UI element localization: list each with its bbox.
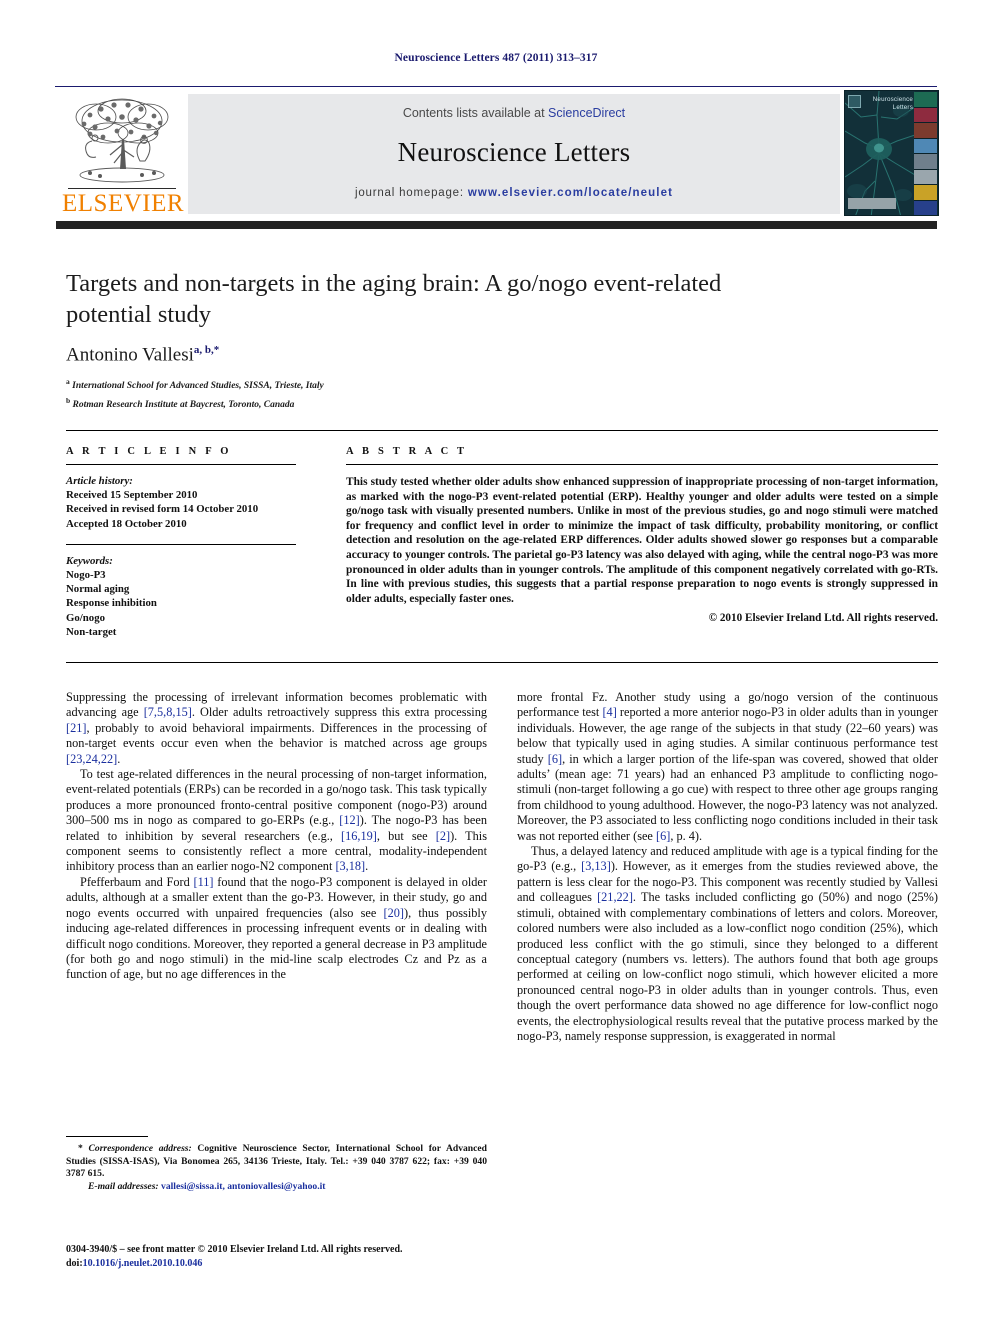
journal-title: Neuroscience Letters <box>397 137 631 167</box>
citation-ref[interactable]: [12] <box>339 813 360 827</box>
front-matter-notice: 0304-3940/$ – see front matter © 2010 El… <box>66 1243 506 1271</box>
cover-footer-band <box>848 198 896 209</box>
history-accepted: Accepted 18 October 2010 <box>66 517 187 530</box>
abstract-heading: A B S T R A C T <box>346 446 468 457</box>
history-received: Received 15 September 2010 <box>66 489 198 502</box>
paragraph-l2: To test age-related differences in the n… <box>66 767 487 875</box>
doi-link[interactable]: 10.1016/j.neulet.2010.10.046 <box>83 1258 203 1269</box>
doi-label: doi: <box>66 1258 83 1269</box>
contents-prefix: Contents lists available at <box>402 106 549 120</box>
article-history-label: Article history: <box>66 475 133 487</box>
citation-ref[interactable]: [6] <box>656 829 670 843</box>
citation-ref[interactable]: [2] <box>436 829 450 843</box>
paragraph-l1: Suppressing the processing of irrelevant… <box>66 690 487 767</box>
keyword-item: Nogo-P3 <box>66 569 106 582</box>
keyword-item: Go/nogo <box>66 611 105 624</box>
info-block-bottom-rule <box>66 662 938 663</box>
journal-header-band: ELSEVIER Contents lists available at Sci… <box>55 90 939 218</box>
citation-ref[interactable]: [21] <box>66 721 87 735</box>
affiliations: a International School for Advanced Stud… <box>66 375 766 412</box>
affiliation-a: a International School for Advanced Stud… <box>66 375 766 394</box>
citation-ref[interactable]: [21,22] <box>597 890 633 904</box>
running-head-rule <box>55 86 937 87</box>
affiliation-a-text: International School for Advanced Studie… <box>72 381 324 392</box>
cover-journal-title: Neuroscience Letters <box>872 96 913 111</box>
abstract-rule <box>346 464 938 465</box>
citation-ref[interactable]: [16,19] <box>341 829 377 843</box>
elsevier-logo: ELSEVIER <box>62 93 185 217</box>
email-label: E-mail addresses: <box>88 1180 159 1192</box>
citation-ref[interactable]: [11] <box>193 875 213 889</box>
text-run: . <box>365 859 369 874</box>
doi-line: doi:10.1016/j.neulet.2010.10.046 <box>66 1257 506 1271</box>
email-addresses-link[interactable]: vallesi@sissa.it, antoniovallesi@yahoo.i… <box>161 1181 325 1192</box>
affiliation-b: b Rotman Research Institute at Baycrest,… <box>66 394 766 413</box>
front-matter-line: 0304-3940/$ – see front matter © 2010 El… <box>66 1244 403 1255</box>
paragraph-r1: more frontal Fz. Another study using a g… <box>517 690 938 844</box>
keyword-item: Response inhibition <box>66 597 157 610</box>
contents-line: Contents lists available at ScienceDirec… <box>188 106 840 120</box>
cover-logo-badge <box>848 95 861 108</box>
info-block-top-rule <box>66 430 938 431</box>
affiliation-b-text: Rotman Research Institute at Baycrest, T… <box>72 399 295 410</box>
citation-ref[interactable]: [3,13] <box>581 859 611 873</box>
footnote-star: * <box>78 1143 83 1154</box>
keyword-item: Normal aging <box>66 583 130 596</box>
citation-ref[interactable]: [6] <box>548 752 562 766</box>
sciencedirect-link[interactable]: ScienceDirect <box>548 106 625 120</box>
paragraph-r2: Thus, a delayed latency and reduced ampl… <box>517 844 938 1044</box>
citation-ref[interactable]: [7,5,8,15] <box>144 705 192 719</box>
citation-ref[interactable]: [3,18] <box>335 859 365 873</box>
keywords-list: Keywords: Nogo-P3 Normal aging Response … <box>66 554 296 639</box>
page-title: Targets and non-targets in the aging bra… <box>66 270 722 328</box>
abstract-column: A B S T R A C T This study tested whethe… <box>346 446 938 624</box>
article-history: Article history: Received 15 September 2… <box>66 474 296 531</box>
author-line: Antonino Vallesia, b,* <box>66 344 766 366</box>
text-run: , p. 4). <box>670 828 703 843</box>
article-info-heading: A R T I C L E I N F O <box>66 446 232 457</box>
correspondence-label: Correspondence address: <box>88 1143 192 1154</box>
journal-homepage-line: journal homepage: www.elsevier.com/locat… <box>188 187 840 199</box>
text-run: , but see <box>376 828 436 843</box>
author-affiliation-marks: a, b,* <box>193 344 220 356</box>
citation-ref[interactable]: [20] <box>383 906 404 920</box>
homepage-label: journal homepage: <box>354 187 464 199</box>
citation-ref[interactable]: [4] <box>602 705 616 719</box>
text-run: . <box>117 751 121 766</box>
affiliation-b-mark: b <box>66 395 71 405</box>
author-name: Antonino Vallesi <box>66 344 194 366</box>
body-column-left: Suppressing the processing of irrelevant… <box>66 690 487 983</box>
text-run: , probably to avoid behavioral impairmen… <box>66 720 487 751</box>
article-info-rule <box>66 464 296 465</box>
history-revised: Received in revised form 14 October 2010 <box>66 503 259 516</box>
citation-ref[interactable]: [23,24,22] <box>66 752 117 766</box>
abstract-text: This study tested whether older adults s… <box>346 476 938 605</box>
body-column-right: more frontal Fz. Another study using a g… <box>517 690 938 1044</box>
article-info-column: A R T I C L E I N F O Article history: R… <box>66 446 296 639</box>
header-divider-bar <box>56 221 937 229</box>
footnote-rule <box>66 1136 148 1137</box>
correspondence-line: * Correspondence address: Cognitive Neur… <box>66 1143 487 1181</box>
elsevier-wordmark: ELSEVIER <box>62 190 185 217</box>
homepage-url-link[interactable]: www.elsevier.com/locate/neulet <box>468 187 673 199</box>
paragraph-l3: Pfefferbaum and Ford [11] found that the… <box>66 875 487 983</box>
affiliation-a-mark: a <box>66 377 70 386</box>
text-run: . Older adults retroactively suppress th… <box>191 705 488 720</box>
journal-cover-thumbnail: Neuroscience Letters <box>844 90 939 216</box>
keywords-label: Keywords: <box>66 554 113 567</box>
journal-masthead-box: Contents lists available at ScienceDirec… <box>188 94 840 214</box>
email-line: E-mail addresses: vallesi@sissa.it, anto… <box>66 1181 487 1194</box>
running-head: Neuroscience Letters 487 (2011) 313–317 <box>394 52 598 64</box>
article-page: Neuroscience Letters 487 (2011) 313–317 <box>0 0 992 1323</box>
abstract-copyright: © 2010 Elsevier Ireland Ltd. All rights … <box>708 612 938 625</box>
text-run: Pfefferbaum and Ford <box>80 874 194 889</box>
text-run: . The tasks included conflicting go (50%… <box>517 890 938 1043</box>
keywords-rule <box>66 543 296 545</box>
cover-thumbnail-strip <box>914 92 937 215</box>
keyword-item: Non-target <box>66 625 117 638</box>
correspondence-footnote: * Correspondence address: Cognitive Neur… <box>66 1143 487 1193</box>
text-run: , in which a larger portion of the life-… <box>517 751 938 843</box>
elsevier-tree-icon <box>75 98 169 183</box>
